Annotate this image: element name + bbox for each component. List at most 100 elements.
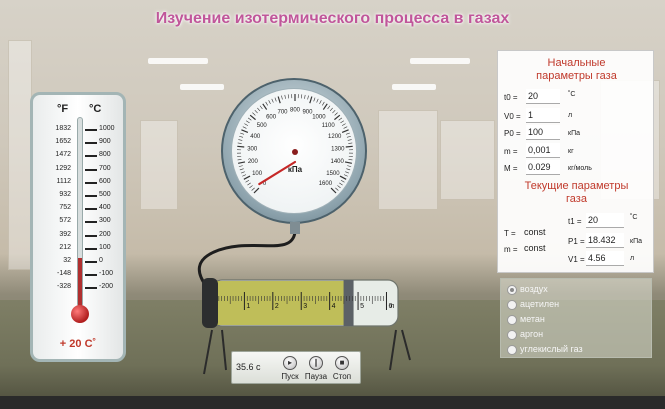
gauge-tick bbox=[249, 185, 253, 189]
gauge-tick bbox=[334, 114, 341, 121]
gauge-scale-label: 1100 bbox=[322, 123, 336, 129]
molar-mass-field[interactable]: 0.029 bbox=[526, 160, 560, 175]
v0-label: V0 = bbox=[504, 112, 521, 121]
piston[interactable] bbox=[343, 280, 354, 326]
gauge-tick bbox=[343, 126, 348, 129]
gauge-tick bbox=[313, 97, 316, 102]
p0-unit: кПа bbox=[568, 130, 580, 137]
temperature-const-value: const bbox=[524, 227, 546, 237]
current-params-title-2: газа bbox=[566, 193, 587, 205]
gauge-tick bbox=[259, 105, 263, 110]
gauge-tick bbox=[268, 100, 271, 105]
gas-cylinder: 1 2 3 4 5 6л bbox=[202, 278, 399, 328]
radio-button[interactable] bbox=[507, 345, 517, 355]
gauge-tick bbox=[319, 100, 322, 105]
radio-button[interactable] bbox=[507, 330, 517, 340]
gas-option-label: метан bbox=[520, 314, 545, 324]
gauge-tick bbox=[329, 107, 333, 112]
gauge-tick bbox=[332, 109, 336, 114]
gauge-tick bbox=[345, 171, 350, 174]
gauge-scale-label: 400 bbox=[250, 134, 261, 140]
cylinder-unit-label: л bbox=[390, 303, 394, 310]
p0-field[interactable]: 100 bbox=[526, 125, 560, 140]
gauge-tick bbox=[340, 120, 345, 124]
t0-unit: ˚С bbox=[568, 91, 576, 98]
gauge-tick bbox=[346, 168, 351, 171]
gauge-tick bbox=[271, 98, 274, 103]
gauge-tick bbox=[284, 94, 286, 99]
gauge-scale-label: 1500 bbox=[326, 171, 340, 177]
gauge-tick bbox=[253, 187, 260, 194]
radio-button[interactable] bbox=[507, 285, 517, 295]
gauge-tick bbox=[240, 132, 245, 135]
parameters-panel: Начальные параметры газа t0 = 20 ˚С V0 =… bbox=[497, 50, 654, 273]
initial-params-title-1: Начальные bbox=[547, 57, 606, 69]
gauge-tick bbox=[245, 179, 250, 183]
gauge-tick bbox=[322, 101, 325, 106]
gauge-tick bbox=[242, 174, 247, 177]
gauge-tick bbox=[334, 112, 338, 116]
gauge-scale-label: 1600 bbox=[319, 181, 333, 187]
current-params-title-1: Текущие параметры bbox=[524, 180, 629, 192]
pause-button[interactable]: ∥ Пауза bbox=[304, 356, 328, 381]
radio-button[interactable] bbox=[507, 300, 517, 310]
gauge-tick bbox=[330, 187, 337, 194]
v0-unit: л bbox=[568, 112, 573, 119]
p1-field: 18.432 bbox=[586, 233, 624, 248]
p1-label: P1 = bbox=[568, 237, 585, 246]
radio-button[interactable] bbox=[507, 315, 517, 325]
v1-field: 4.56 bbox=[586, 251, 624, 266]
v1-label: V1 = bbox=[568, 255, 585, 264]
p1-unit: кПа bbox=[630, 238, 642, 245]
t0-label: t0 = bbox=[504, 93, 518, 102]
gauge-scale-label: 500 bbox=[257, 123, 268, 129]
pause-icon: ∥ bbox=[309, 356, 323, 370]
cylinder-scale-label: 5 bbox=[360, 303, 364, 310]
t1-label: t1 = bbox=[568, 217, 582, 226]
gas-volume-fill bbox=[214, 281, 346, 325]
gauge-tick bbox=[237, 161, 246, 164]
gas-selector: воздух ацетилен метан аргон углекислый газ bbox=[500, 278, 652, 358]
gauge-scale-label: 1300 bbox=[331, 146, 345, 152]
gauge-unit-label: кПа bbox=[288, 165, 303, 174]
gauge-tick bbox=[345, 145, 353, 148]
mass-field[interactable]: 0,001 bbox=[526, 143, 560, 158]
gauge-tick bbox=[242, 126, 247, 129]
pressure-gauge: 0 100 200 300 400 500 600 700 800 900 1000 1100 1200… bbox=[221, 78, 367, 224]
molar-mass-unit: кг/моль bbox=[568, 165, 592, 172]
gauge-tick bbox=[239, 168, 244, 171]
gauge-stem bbox=[290, 222, 300, 234]
mass-const-value: const bbox=[524, 243, 546, 253]
gauge-tick bbox=[249, 114, 256, 121]
gauge-tick bbox=[322, 103, 328, 110]
gauge-scale-label: 1200 bbox=[328, 134, 342, 140]
gas-option-label: ацетилен bbox=[520, 299, 560, 309]
gauge-tick bbox=[316, 98, 319, 103]
v0-field[interactable]: 1 bbox=[526, 108, 560, 123]
gauge-tick bbox=[341, 129, 349, 134]
gauge-tick bbox=[244, 123, 249, 126]
gauge-tick bbox=[257, 107, 261, 112]
gauge-tick bbox=[237, 145, 245, 148]
gauge-tick bbox=[307, 95, 309, 100]
gas-option-label: воздух bbox=[520, 284, 548, 294]
stop-button[interactable]: ■ Стоп bbox=[330, 356, 354, 381]
gauge-tick bbox=[335, 187, 339, 191]
gauge-tick bbox=[309, 96, 313, 104]
t1-field: 20 bbox=[586, 213, 624, 228]
gauge-tick bbox=[243, 175, 251, 180]
timer-display: 35.6 с bbox=[236, 362, 261, 372]
start-button[interactable]: ▸ Пуск bbox=[278, 356, 302, 381]
gauge-tick bbox=[237, 142, 242, 144]
gauge-scale-label: 100 bbox=[252, 171, 263, 177]
t0-field[interactable]: 20 bbox=[526, 89, 560, 104]
gauge-tick bbox=[338, 117, 343, 121]
gauge-scale-label: 800 bbox=[290, 108, 301, 114]
temperature-const-label: T = bbox=[504, 229, 516, 238]
gauge-tick bbox=[240, 171, 245, 174]
mass-const-label: m = bbox=[504, 245, 518, 254]
gauge-tick bbox=[237, 159, 242, 161]
cylinder-scale-label: 3 bbox=[303, 303, 307, 310]
cylinder-scale-label: 1 bbox=[246, 303, 250, 310]
cylinder-scale-label: 4 bbox=[332, 303, 336, 310]
